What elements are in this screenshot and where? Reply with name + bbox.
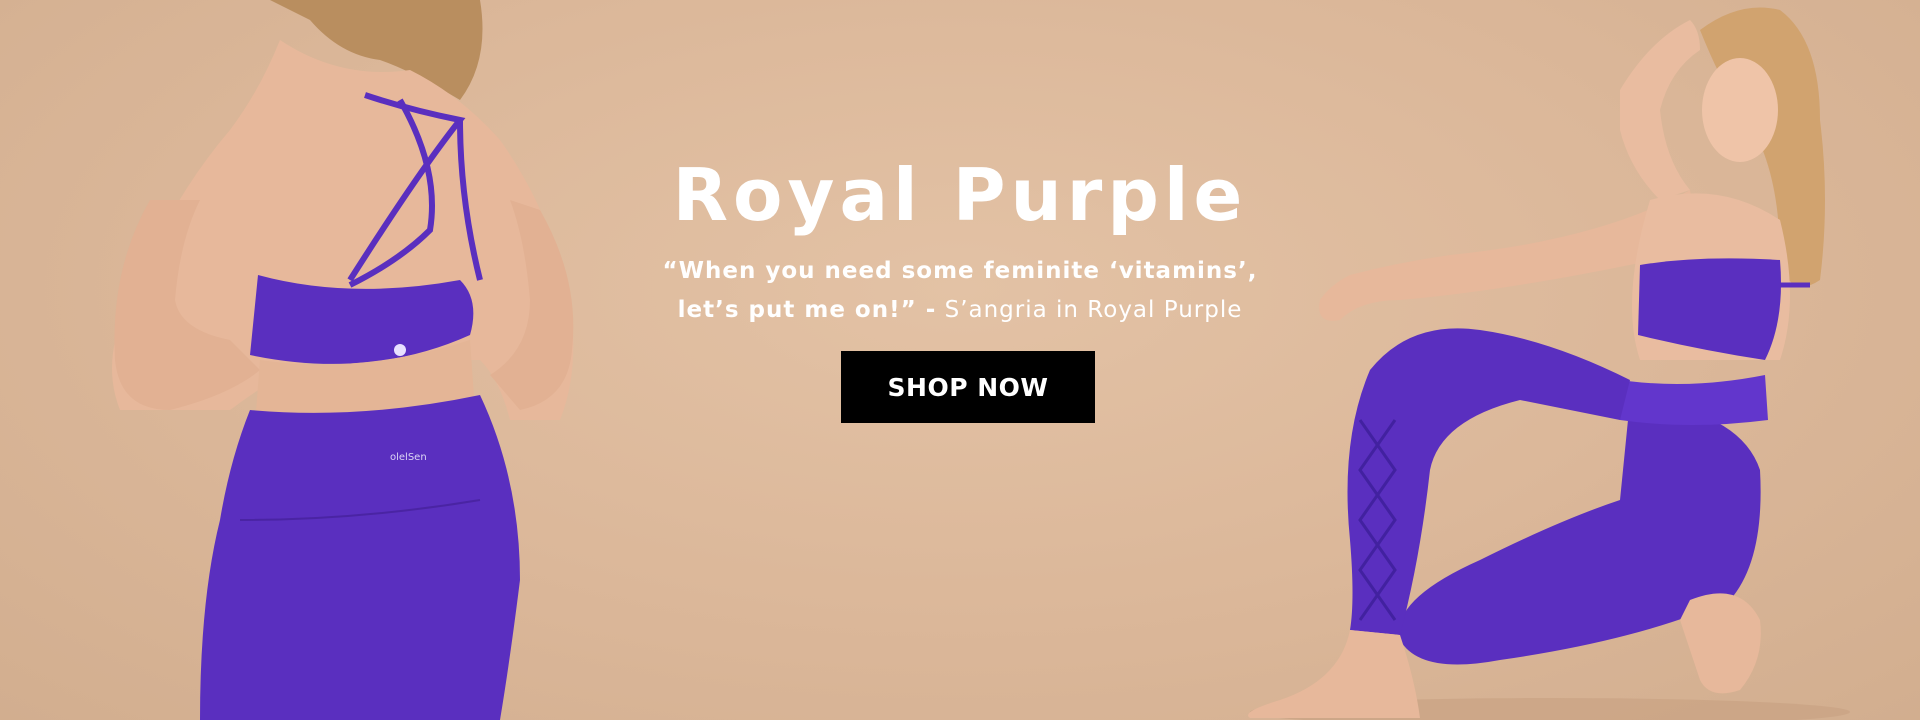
model-kneeling-image bbox=[1248, 7, 1850, 720]
quote-line-1: “When you need some feminite ‘vitamins’, bbox=[662, 258, 1258, 284]
hero-quote: “When you need some feminite ‘vitamins’,… bbox=[0, 252, 1920, 330]
hero-banner[interactable]: olelSen Royal Purple “When you need some… bbox=[0, 0, 1920, 720]
shop-now-button[interactable]: SHOP NOW bbox=[841, 351, 1095, 423]
brand-logo-text: olelSen bbox=[390, 452, 427, 463]
model-back-view-image: olelSen bbox=[112, 0, 574, 720]
quote-attribution: S’angria in Royal Purple bbox=[944, 297, 1243, 323]
hero-text-block: Royal Purple “When you need some feminit… bbox=[0, 150, 1920, 330]
hero-title: Royal Purple bbox=[672, 153, 1248, 237]
quote-line-2: let’s put me on!” - bbox=[677, 297, 937, 323]
